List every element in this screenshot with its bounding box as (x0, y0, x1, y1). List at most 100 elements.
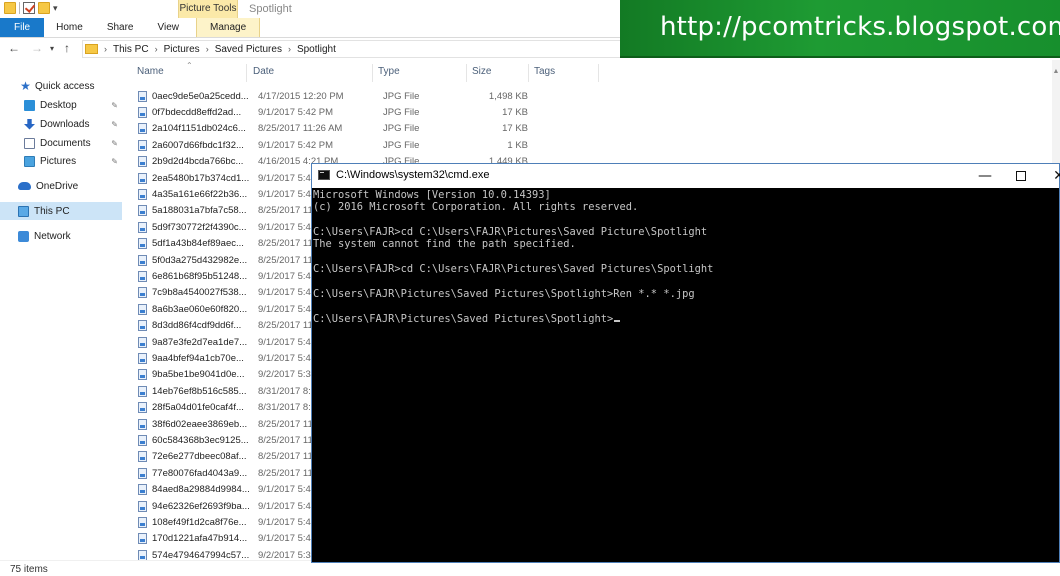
file-type: JPG File (383, 123, 420, 135)
pin-icon[interactable]: ✎ (111, 120, 118, 129)
file-name: 9aa4bfef94a1cb70e... (152, 352, 244, 364)
file-size: 17 KB (502, 123, 528, 135)
console-output[interactable]: Microsoft Windows [Version 10.0.14393] (c… (313, 189, 1058, 561)
nav-pictures[interactable]: Pictures ✎ (0, 152, 122, 170)
column-header-name[interactable]: Name (137, 66, 164, 77)
forward-arrow-icon[interactable]: → (31, 41, 43, 55)
file-name: 2ea5480b17b374cd1... (152, 172, 250, 184)
address-bar[interactable]: › This PC › Pictures › Saved Pictures › … (82, 40, 622, 58)
image-file-icon (138, 254, 147, 266)
file-date: 9/1/2017 5:42 PM (258, 139, 333, 151)
file-name: 5df1a43b84ef89aec... (152, 238, 244, 250)
file-name: 9a87e3fe2d7ea1de7... (152, 336, 248, 348)
breadcrumb-saved-pictures[interactable]: Saved Pictures (215, 44, 282, 55)
download-icon (24, 118, 35, 130)
tab-manage[interactable]: Manage (196, 18, 261, 37)
nav-label: This PC (34, 205, 70, 217)
folder-icon[interactable] (4, 2, 16, 14)
image-file-icon (138, 418, 147, 430)
file-name: 5f0d3a275d432982e... (152, 254, 248, 266)
window-title: Spotlight (249, 3, 292, 15)
table-row[interactable]: 0f7bdecdd8effd2ad... 9/1/2017 5:42 PM JPG … (138, 104, 658, 120)
column-header-size[interactable]: Size (472, 66, 491, 77)
up-arrow-icon[interactable]: ↑ (64, 41, 70, 55)
tab-home[interactable]: Home (44, 18, 95, 37)
nav-quick-access[interactable]: ★ Quick access (0, 77, 122, 95)
pin-icon[interactable]: ✎ (111, 157, 118, 166)
banner-url: http://pcomtricks.blogspot.com (660, 12, 1060, 42)
image-file-icon (138, 221, 147, 233)
nav-label: Desktop (40, 99, 77, 111)
image-file-icon (138, 90, 147, 102)
column-divider[interactable] (246, 64, 247, 82)
file-date: 4/17/2015 12:20 PM (258, 90, 344, 102)
network-icon (18, 230, 29, 242)
pin-icon[interactable]: ✎ (111, 139, 118, 148)
file-size: 1 KB (507, 139, 528, 151)
file-name: 2a6007d66fbdc1f32... (152, 139, 244, 151)
breadcrumb-separator: › (104, 44, 107, 54)
tab-file[interactable]: File (0, 18, 45, 37)
image-file-icon (138, 238, 147, 250)
nav-downloads[interactable]: Downloads ✎ (0, 115, 122, 133)
file-name: 9ba5be1be9041d0e... (152, 369, 245, 381)
cloud-icon (18, 182, 31, 190)
image-file-icon (138, 533, 147, 545)
maximize-button[interactable] (1002, 164, 1040, 188)
minimize-button[interactable]: — (966, 164, 1004, 188)
image-file-icon (138, 287, 147, 299)
tab-share[interactable]: Share (95, 18, 146, 37)
tab-view[interactable]: View (146, 18, 192, 37)
breadcrumb-spotlight[interactable]: Spotlight (297, 44, 336, 55)
column-divider[interactable] (598, 64, 599, 82)
image-file-icon (138, 467, 147, 479)
image-file-icon (138, 352, 147, 364)
new-folder-icon[interactable] (38, 2, 50, 14)
cmd-window[interactable]: C:\Windows\system32\cmd.exe — ✕ Microsof… (311, 163, 1060, 563)
cmd-title: C:\Windows\system32\cmd.exe (336, 169, 490, 181)
column-header-type[interactable]: Type (378, 66, 400, 77)
computer-icon (18, 205, 29, 217)
file-name: 94e62326ef2693f9ba... (152, 500, 250, 512)
column-divider[interactable] (372, 64, 373, 82)
cmd-title-bar[interactable]: C:\Windows\system32\cmd.exe — ✕ (312, 164, 1060, 188)
recent-chevron-icon[interactable]: ▾ (50, 44, 54, 53)
column-header-date[interactable]: Date (253, 66, 274, 77)
breadcrumb-this-pc[interactable]: This PC (113, 44, 149, 55)
back-arrow-icon[interactable]: ← (8, 41, 20, 55)
table-row[interactable]: 2a104f1151db024c6... 8/25/2017 11:26 AM JP… (138, 121, 658, 137)
breadcrumb-pictures[interactable]: Pictures (164, 44, 200, 55)
scroll-up-icon[interactable]: ▲ (1052, 68, 1060, 75)
breadcrumb-separator: › (154, 44, 158, 54)
console-line: C:\Users\FAJR>cd C:\Users\FAJR\Pictures\… (313, 226, 708, 238)
file-date: 9/1/2017 5:42 PM (258, 106, 333, 118)
column-divider[interactable] (466, 64, 467, 82)
console-line: Microsoft Windows [Version 10.0.14393] (313, 189, 551, 201)
close-button[interactable]: ✕ (1040, 164, 1060, 188)
nav-network[interactable]: Network (0, 227, 122, 245)
table-row[interactable]: 2a6007d66fbdc1f32... 9/1/2017 5:42 PM JPG … (138, 137, 658, 153)
file-name: 170d1221afa47b914... (152, 533, 248, 545)
file-type: JPG File (383, 139, 420, 151)
file-name: 5d9f730772f2f4390c... (152, 221, 247, 233)
console-line: (c) 2016 Microsoft Corporation. All righ… (313, 201, 639, 213)
file-name: 72e6e277dbeec08af... (152, 451, 247, 463)
file-name: 0f7bdecdd8effd2ad... (152, 106, 242, 118)
nav-desktop[interactable]: Desktop ✎ (0, 96, 122, 114)
explorer-title-bar: ▾ (0, 0, 620, 18)
pin-icon[interactable]: ✎ (111, 101, 118, 110)
properties-icon[interactable] (23, 2, 35, 14)
nav-this-pc[interactable]: This PC (0, 202, 122, 220)
column-divider[interactable] (528, 64, 529, 82)
file-name: 84aed8a29884d9984... (152, 484, 250, 496)
file-name: 4a35a161e66f22b36... (152, 188, 248, 200)
file-name: 8d3dd86f4cdf9dd6f... (152, 320, 242, 332)
chevron-down-icon[interactable]: ▾ (53, 3, 58, 14)
nav-documents[interactable]: Documents ✎ (0, 134, 122, 152)
table-row[interactable]: 0aec9de5e0a25cedd... 4/17/2015 12:20 PM JP… (138, 88, 658, 104)
column-header-tags[interactable]: Tags (534, 66, 555, 77)
nav-onedrive[interactable]: OneDrive (0, 177, 122, 195)
file-name: 2a104f1151db024c6... (152, 123, 246, 135)
image-file-icon (138, 369, 147, 381)
documents-icon (24, 137, 35, 149)
